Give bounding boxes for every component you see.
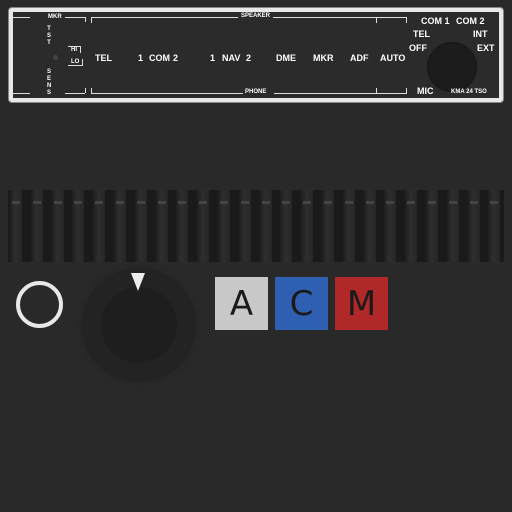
grille-slot (301, 190, 314, 262)
speaker-label: SPEAKER (241, 13, 271, 19)
mkr-hi-label: HI (68, 46, 81, 53)
dme-button[interactable]: DME (276, 53, 296, 63)
c-button[interactable]: C (275, 277, 328, 330)
nav1-button-number[interactable]: 1 (210, 53, 215, 63)
phone-label: PHONE (245, 89, 267, 95)
c-button-label: C (289, 283, 314, 324)
model-label: KMA 24 TSO (451, 89, 487, 95)
mkr-tst-label: TST (47, 26, 52, 46)
grille-slot (197, 190, 210, 262)
tel-button[interactable]: TEL (95, 53, 112, 63)
speaker-grille (8, 190, 504, 262)
m-button-label: M (346, 283, 377, 324)
mkr-title: MKR (48, 14, 62, 20)
grille-slot (10, 190, 22, 262)
grille-slot (176, 190, 189, 262)
mic-selector-knob[interactable] (427, 42, 477, 92)
grille-slot (72, 190, 85, 262)
grille-slot (218, 190, 230, 262)
volume-knob-cap (101, 287, 177, 363)
mic-com2-label: COM 2 (456, 16, 485, 26)
power-ring-button[interactable] (16, 281, 63, 328)
grille-slot (322, 190, 334, 262)
com2-button-number[interactable]: 2 (173, 53, 178, 63)
knob-pointer-icon (131, 273, 145, 291)
grille-slot (426, 190, 438, 262)
grille-slot (134, 190, 147, 262)
grille-slot (280, 190, 293, 262)
mkr-switch[interactable] (53, 55, 58, 60)
mic-tel-label: TEL (413, 29, 430, 39)
grille-slot (51, 190, 64, 262)
com1-button-number[interactable]: 1 (138, 53, 143, 63)
mic-com1-label: COM 1 (421, 16, 450, 26)
grille-slot (30, 190, 43, 262)
grille-slot (93, 190, 106, 262)
grille-slot (342, 190, 355, 262)
mic-label: MIC (417, 86, 434, 96)
grille-slot (405, 190, 418, 262)
grille-slot (238, 190, 251, 262)
grille-slot (467, 190, 480, 262)
grille-slot (488, 190, 501, 262)
grille-slot (155, 190, 168, 262)
mkr-sens-label: SENS (47, 69, 52, 96)
mic-int-label: INT (473, 29, 488, 39)
auto-button[interactable]: AUTO (380, 53, 405, 63)
com-label: COM (149, 53, 170, 63)
m-button[interactable]: M (335, 277, 388, 330)
mic-ext-label: EXT (477, 43, 495, 53)
mic-off-label: OFF (409, 43, 427, 53)
adf-button[interactable]: ADF (350, 53, 369, 63)
audio-panel-faceplate: MKR TST SENS HI LO SPEAKER PHONE TEL 1 C… (9, 8, 503, 102)
a-button-label: A (229, 283, 254, 324)
nav2-button-number[interactable]: 2 (246, 53, 251, 63)
grille-slot (363, 190, 376, 262)
grille-slot (259, 190, 272, 262)
mkr-button[interactable]: MKR (313, 53, 334, 63)
grille-slot (384, 190, 397, 262)
a-button[interactable]: A (215, 277, 268, 330)
nav-label: NAV (222, 53, 241, 63)
grille-slot (446, 190, 459, 262)
mkr-lo-label: LO (68, 59, 84, 66)
grille-slot (114, 190, 126, 262)
